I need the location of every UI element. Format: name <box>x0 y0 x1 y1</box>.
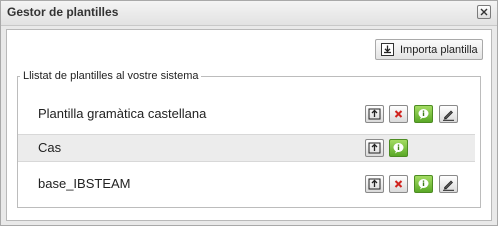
import-icon <box>381 43 394 56</box>
info-icon <box>393 143 404 154</box>
close-icon <box>480 8 488 16</box>
export-template-button[interactable] <box>365 105 384 123</box>
edit-template-button[interactable] <box>439 175 458 193</box>
dialog-content: Importa plantilla Llistat de plantilles … <box>6 29 492 221</box>
dialog-titlebar: Gestor de plantilles <box>1 1 497 26</box>
edit-icon <box>443 180 454 191</box>
delete-template-button[interactable] <box>389 175 408 193</box>
export-icon <box>368 108 381 120</box>
delete-icon <box>394 180 403 188</box>
info-icon <box>418 109 429 120</box>
delete-icon <box>394 110 403 118</box>
template-name: Plantilla gramàtica castellana <box>38 106 207 121</box>
template-info-button[interactable] <box>389 139 408 157</box>
export-template-button[interactable] <box>365 175 384 193</box>
template-name: base_IBSTEAM <box>38 176 131 191</box>
export-template-button[interactable] <box>365 139 384 157</box>
templates-legend: Llistat de plantilles al vostre sistema <box>23 70 199 82</box>
dialog-title: Gestor de plantilles <box>7 5 119 19</box>
edit-template-button[interactable] <box>439 105 458 123</box>
import-template-label: Importa plantilla <box>400 43 478 56</box>
template-manager-dialog: Gestor de plantilles Importa plantilla L… <box>0 0 498 226</box>
export-icon <box>368 178 381 190</box>
template-row: Cas <box>18 134 475 162</box>
edit-icon <box>443 110 454 121</box>
import-template-button[interactable]: Importa plantilla <box>375 39 483 60</box>
template-row: base_IBSTEAM <box>18 170 475 198</box>
export-icon <box>368 142 381 154</box>
template-name: Cas <box>38 140 62 155</box>
info-icon <box>418 179 429 190</box>
template-info-button[interactable] <box>414 105 433 123</box>
delete-template-button[interactable] <box>389 105 408 123</box>
close-button[interactable] <box>477 5 491 19</box>
template-row: Plantilla gramàtica castellana <box>18 100 475 128</box>
template-info-button[interactable] <box>414 175 433 193</box>
